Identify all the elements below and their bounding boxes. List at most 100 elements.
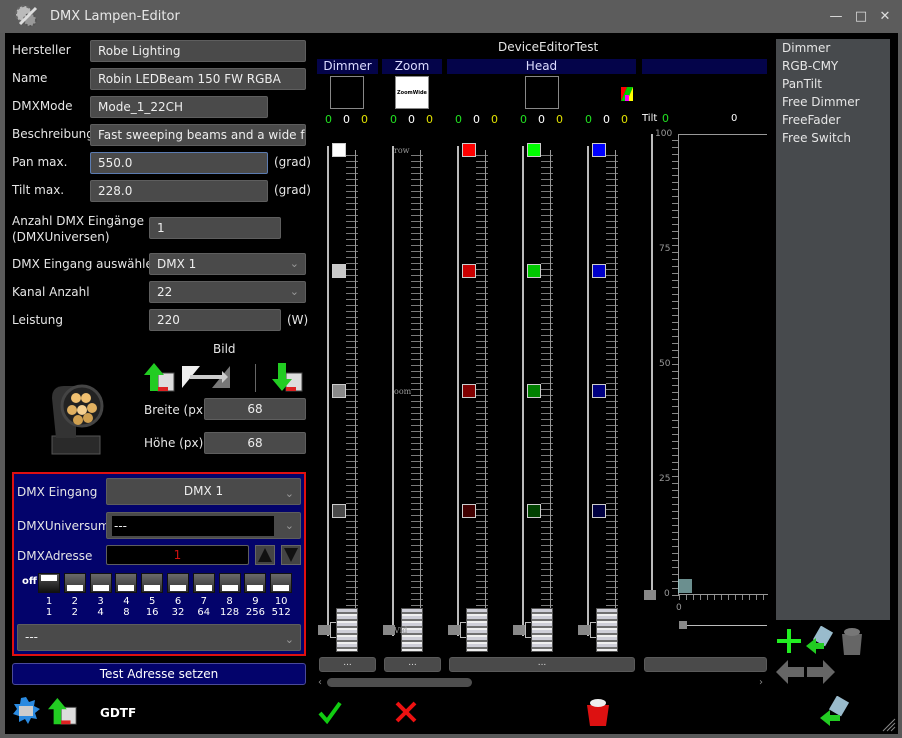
chevron-down-icon: ⌄ — [284, 519, 294, 532]
slot-button-zoom[interactable]: ... — [384, 657, 441, 672]
group-header-dimmer[interactable]: Dimmer — [317, 59, 378, 74]
import-fixture-icon[interactable] — [806, 626, 834, 654]
horizontal-scrollbar[interactable] — [327, 678, 472, 687]
dip-switch-1[interactable] — [38, 573, 60, 593]
name-input[interactable]: Robin LEDBeam 150 FW RGBA — [90, 68, 306, 90]
trash-bin-icon[interactable] — [585, 697, 611, 727]
arrow-left-icon[interactable] — [776, 660, 804, 684]
channel-fader[interactable] — [513, 140, 573, 652]
feature-list-item[interactable]: PanTilt — [776, 75, 890, 93]
feature-list-item[interactable]: Dimmer — [776, 39, 890, 57]
cancel-x-icon[interactable] — [394, 700, 418, 724]
channel-value: 0 — [585, 113, 592, 126]
dmx-eingang-select[interactable]: DMX 1 ⌄ — [106, 478, 301, 505]
fader-knob[interactable] — [466, 608, 488, 652]
save-image-icon[interactable] — [272, 363, 304, 393]
eingang-select[interactable]: DMX 1 ⌄ — [149, 253, 306, 275]
feature-list-item[interactable]: RGB-CMY — [776, 57, 890, 75]
fader-color-swatch — [527, 384, 541, 398]
maximize-icon[interactable]: □ — [853, 9, 869, 25]
import-fixture-icon-2[interactable] — [820, 696, 850, 726]
delete-bin-icon[interactable] — [840, 626, 864, 656]
export-save-icon[interactable] — [48, 697, 78, 727]
pan-slider-rail[interactable] — [687, 625, 767, 626]
channel-value: 0 — [603, 113, 610, 126]
xy-fixture-marker[interactable] — [678, 579, 692, 593]
add-plus-icon[interactable] — [776, 628, 802, 654]
dip-switch-knob — [144, 585, 161, 591]
dip-switch-2[interactable] — [63, 573, 86, 593]
dip-switch-5[interactable] — [141, 573, 164, 593]
eingang-select-label: DMX Eingang auswählen — [12, 257, 161, 271]
head-preview — [525, 76, 559, 109]
dmx-adresse-input[interactable]: 1 — [106, 545, 249, 565]
hersteller-input[interactable]: Robe Lighting — [90, 40, 306, 62]
pan-input[interactable]: 550.0 — [90, 152, 268, 174]
dip-switch-9[interactable] — [244, 573, 267, 593]
pan-slider-handle[interactable] — [679, 621, 687, 629]
channel-value: 0 — [556, 113, 563, 126]
address-up-button[interactable] — [255, 545, 275, 565]
dip-switch-4[interactable] — [115, 573, 138, 593]
channel-fader[interactable] — [578, 140, 638, 652]
hoehe-input[interactable]: 68 — [204, 432, 306, 454]
scroll-right-icon[interactable]: › — [759, 677, 763, 688]
group-header-extra[interactable] — [642, 59, 767, 74]
test-address-button[interactable]: Test Adresse setzen — [12, 663, 306, 685]
dip-switch-6[interactable] — [167, 573, 189, 593]
minimize-icon[interactable]: — — [828, 9, 844, 25]
address-down-button[interactable] — [281, 545, 301, 565]
fader-color-swatch — [527, 504, 541, 518]
feature-list[interactable]: Dimmer RGB-CMY PanTilt Free Dimmer FreeFader… — [776, 39, 890, 620]
channel-fader[interactable] — [448, 140, 508, 652]
slot-button-head[interactable]: ... — [449, 657, 635, 672]
dip-switch-knob — [195, 585, 212, 591]
y-tick-label: 0 — [664, 589, 670, 599]
group-header-zoom[interactable]: Zoom — [382, 59, 442, 74]
slot-button-dimmer[interactable]: ... — [319, 657, 376, 672]
dip-switch-7[interactable] — [192, 573, 215, 593]
beschreibung-input[interactable]: Fast sweeping beams and a wide far-re — [90, 124, 306, 146]
feature-list-item[interactable]: FreeFader — [776, 111, 890, 129]
window-title: DMX Lampen-Editor — [50, 9, 180, 24]
load-image-icon[interactable] — [144, 363, 176, 393]
settings-badge-icon[interactable] — [12, 697, 40, 725]
dip-switch-number: 6 — [174, 596, 182, 607]
feature-list-item[interactable]: Free Dimmer — [776, 93, 890, 111]
fader-knob[interactable] — [596, 608, 618, 652]
channel-fader[interactable] — [318, 140, 378, 652]
dip-switch-number: 7 — [200, 596, 207, 607]
dip-switch-3[interactable] — [89, 573, 112, 593]
swap-image-icon[interactable] — [182, 366, 230, 388]
arrow-right-icon[interactable] — [807, 660, 835, 684]
x-tick-0: 0 — [676, 603, 682, 613]
dip-switch-value: 8 — [123, 607, 130, 618]
group-header-head[interactable]: Head — [447, 59, 636, 74]
dmx-bottom-select[interactable]: --- ⌄ — [17, 624, 301, 651]
confirm-check-icon[interactable] — [318, 700, 342, 724]
kanal-select[interactable]: 22 ⌄ — [149, 281, 306, 303]
leistung-input[interactable]: 220 — [149, 309, 281, 331]
switch-off-label: off — [22, 576, 37, 587]
feature-list-item[interactable]: Free Switch — [776, 129, 890, 147]
fader-knob[interactable] — [531, 608, 553, 652]
dmxmode-input[interactable]: Mode_1_22CH — [90, 96, 268, 118]
resize-grip-icon[interactable] — [880, 716, 896, 732]
gdtf-label[interactable]: GDTF — [100, 706, 136, 720]
pan-value: 0 — [731, 113, 738, 124]
tilt-slider-handle[interactable] — [644, 590, 656, 600]
tilt-input[interactable]: 228.0 — [90, 180, 268, 202]
zoom-fader-mid-label: oom — [394, 387, 412, 396]
tilt-slider-rail[interactable] — [651, 134, 653, 596]
scroll-left-icon[interactable]: ‹ — [318, 677, 322, 688]
close-icon[interactable]: ✕ — [877, 9, 893, 25]
dmx-universum-select[interactable]: --- ⌄ — [106, 512, 301, 539]
breite-input[interactable]: 68 — [204, 398, 306, 420]
fader-color-swatch — [332, 143, 346, 157]
channel-fader[interactable] — [383, 140, 443, 652]
slot-button-extra[interactable] — [644, 657, 767, 672]
eingaenge-input[interactable]: 1 — [149, 217, 281, 239]
dip-switch-10[interactable] — [270, 573, 293, 593]
fader-knob[interactable] — [336, 608, 358, 652]
dip-switch-8[interactable] — [218, 573, 241, 593]
